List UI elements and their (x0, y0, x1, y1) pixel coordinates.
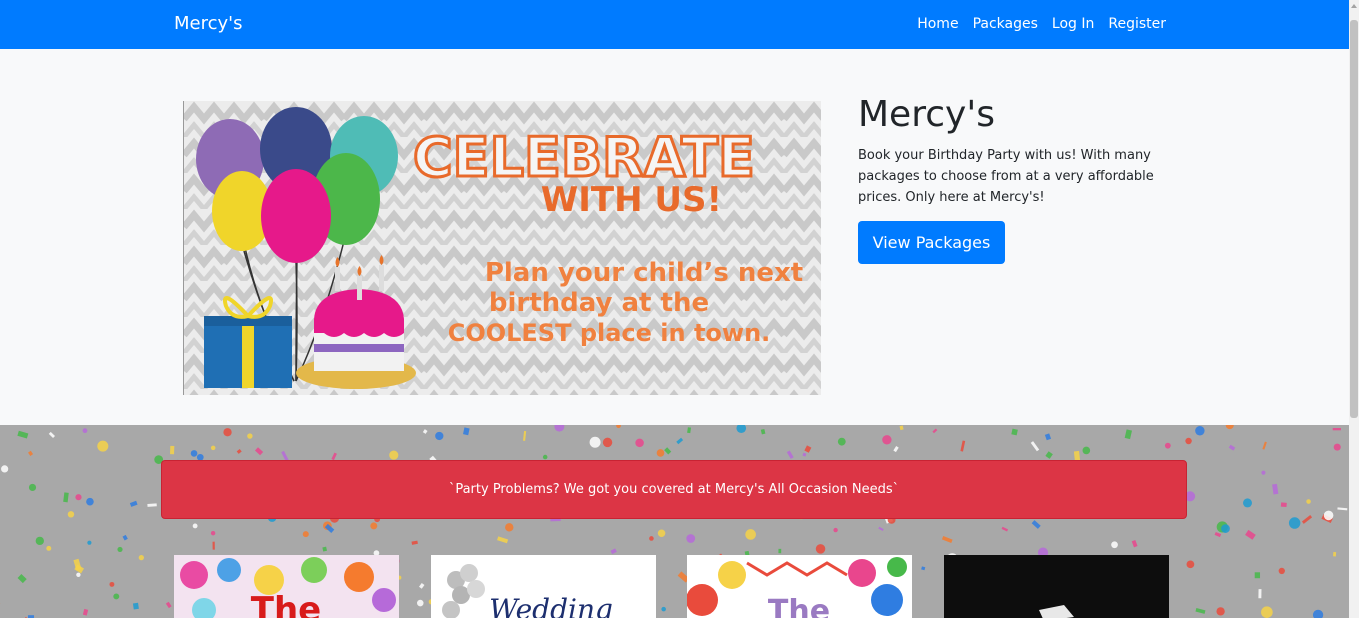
scroll-up-arrow-icon[interactable] (1351, 4, 1357, 8)
view-packages-button[interactable]: View Packages (858, 221, 1005, 264)
thumbnail-caption: The (251, 590, 321, 618)
nav-register-link[interactable]: Register (1108, 16, 1166, 32)
package-thumbnail[interactable]: The (174, 555, 399, 618)
brand-link[interactable]: Mercy's (174, 13, 242, 34)
jumbotron: CELEBRATE WITH US! Plan your child’s nex… (0, 49, 1349, 425)
intro-text: Book your Birthday Party with us! With m… (858, 148, 1154, 205)
thumbnail-caption: Wedding (489, 593, 613, 618)
nav-links: Home Packages Log In Register (917, 16, 1166, 32)
banner-line2: birthday at the (489, 288, 709, 318)
thumbnail-caption: The (768, 594, 830, 618)
page-title: Mercy's (858, 94, 995, 135)
banner-line1: Plan your child’s next (485, 258, 803, 288)
banner-line3: COOLEST place in town. (448, 319, 771, 347)
page-scrollbar[interactable] (1349, 0, 1359, 618)
package-thumbnail[interactable] (944, 555, 1169, 618)
scroll-thumb[interactable] (1350, 20, 1358, 418)
package-thumbnail[interactable]: Wedding (431, 555, 656, 618)
banner-headline2: WITH US! (541, 180, 722, 220)
nav-login-link[interactable]: Log In (1052, 16, 1094, 32)
confetti-background: `Party Problems? We got you covered at M… (0, 425, 1349, 618)
navbar: Mercy's Home Packages Log In Register (0, 0, 1349, 49)
package-thumbnail[interactable]: The (687, 555, 912, 618)
announcement-alert: `Party Problems? We got you covered at M… (161, 460, 1187, 519)
celebrate-banner-image: CELEBRATE WITH US! Plan your child’s nex… (183, 101, 821, 395)
nav-home-link[interactable]: Home (917, 16, 958, 32)
nav-packages-link[interactable]: Packages (973, 16, 1038, 32)
